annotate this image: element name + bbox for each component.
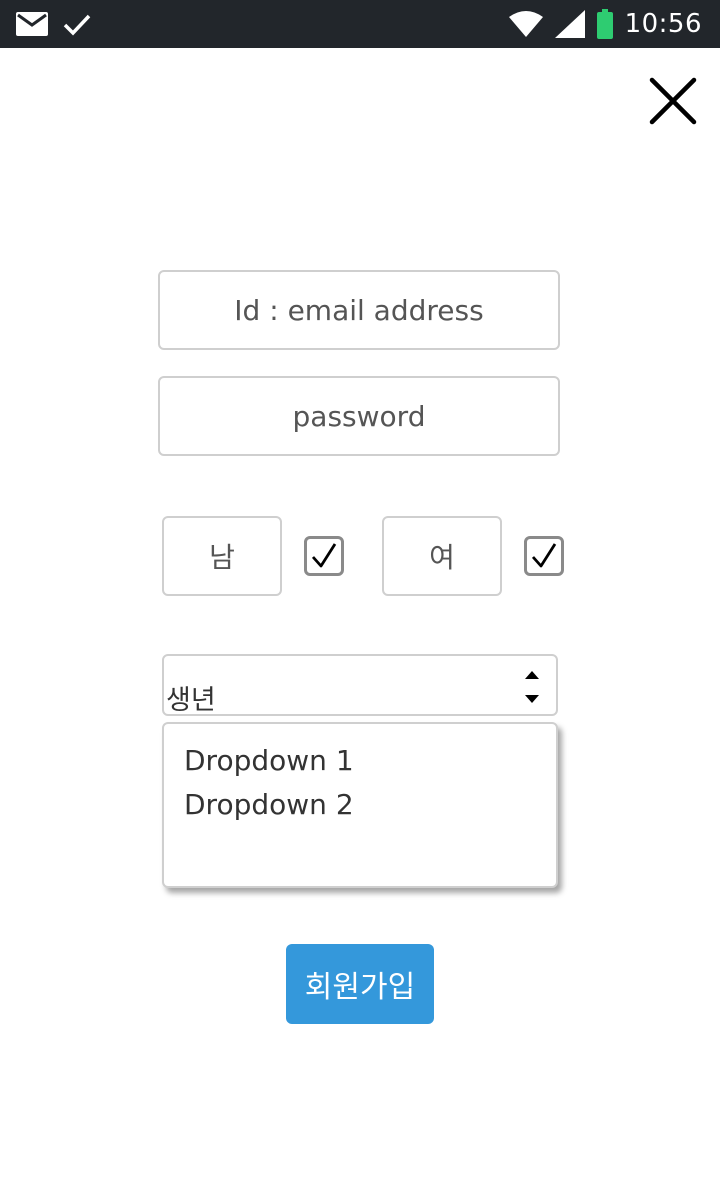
dropdown-option[interactable]: Dropdown 2 <box>164 786 556 830</box>
checkmark-icon <box>531 543 557 568</box>
password-field[interactable] <box>158 376 560 456</box>
gender-male-checkbox[interactable] <box>304 536 344 576</box>
dropdown-option[interactable]: Dropdown 1 <box>164 742 556 786</box>
birth-year-label: 생년 <box>166 685 216 716</box>
close-icon <box>649 77 697 125</box>
mail-icon <box>16 12 48 36</box>
gender-male-label: 남 <box>162 516 282 596</box>
status-bar-time: 10:56 <box>624 9 702 39</box>
gender-female-label: 여 <box>382 516 502 596</box>
status-bar-left <box>16 0 92 48</box>
wifi-icon <box>508 11 543 37</box>
birth-year-select[interactable]: 생년 <box>162 654 558 716</box>
checkmark-icon <box>311 543 337 568</box>
close-button[interactable] <box>646 74 700 128</box>
select-arrows-icon <box>525 671 539 703</box>
signup-button[interactable]: 회원가입 <box>286 944 434 1024</box>
check-icon <box>63 14 91 36</box>
battery-icon <box>596 9 613 39</box>
status-bar-right: 10:56 <box>508 0 702 48</box>
signal-icon <box>554 10 585 38</box>
gender-female-checkbox[interactable] <box>524 536 564 576</box>
status-bar: 10:56 <box>0 0 720 48</box>
birth-year-dropdown: Dropdown 1 Dropdown 2 <box>162 722 558 888</box>
email-field[interactable] <box>158 270 560 350</box>
